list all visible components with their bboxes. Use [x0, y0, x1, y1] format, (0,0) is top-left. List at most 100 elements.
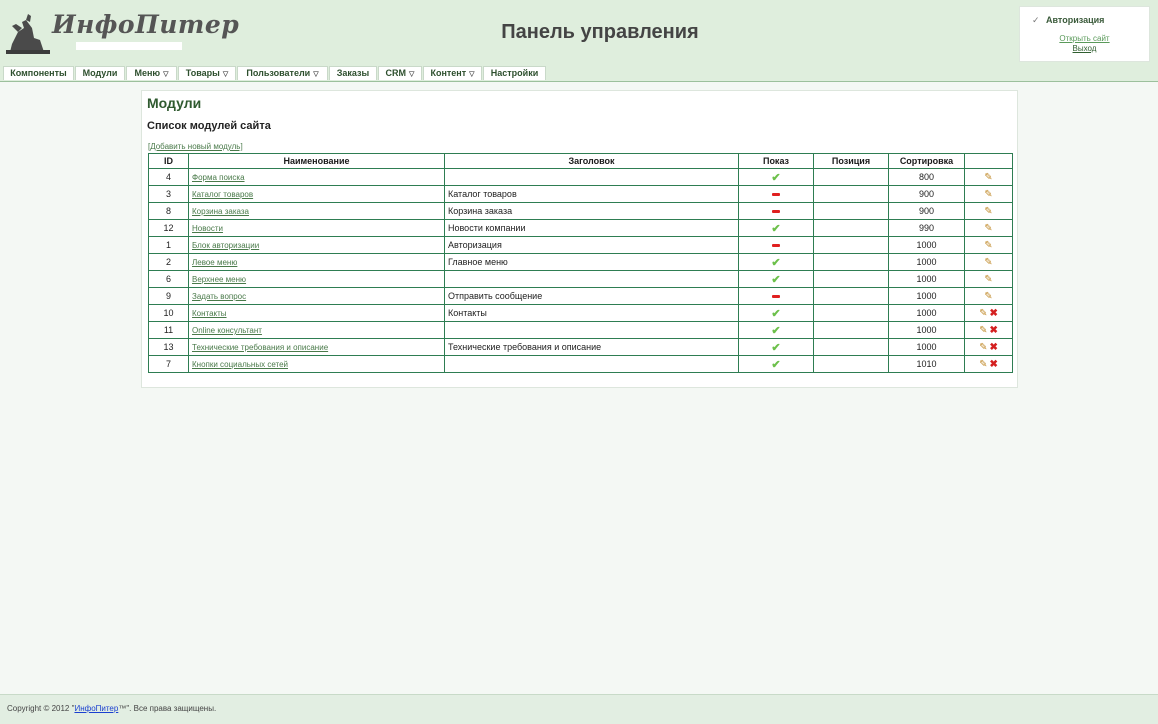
pencil-icon[interactable]: ✎ [984, 257, 992, 268]
cell-show[interactable] [738, 236, 814, 254]
cell-position [813, 338, 889, 356]
menu-item-components[interactable]: Компоненты [3, 66, 74, 80]
cell-name: Технические требования и описание [188, 338, 445, 356]
menu-item-settings[interactable]: Настройки [483, 66, 546, 80]
logout-link[interactable]: Выход [1020, 44, 1149, 53]
chevron-down-icon: ▽ [469, 71, 475, 78]
table-row: 13 Технические требования и описание Техни… [148, 338, 1013, 356]
cell-id: 2 [148, 253, 189, 271]
check-icon[interactable]: ✔ [771, 342, 780, 354]
minus-icon[interactable] [772, 193, 780, 197]
table-row: 3 Каталог товаров Каталог товаров 900 ✎ [148, 185, 1013, 203]
cell-id: 8 [148, 202, 189, 220]
cell-sort: 1000 [888, 338, 965, 356]
cell-actions: ✎ [964, 168, 1013, 186]
module-name-link[interactable]: Блок авторизации [192, 241, 259, 250]
header: ИнфоПитер Панель управления ✓ Авторизаци… [0, 0, 1158, 66]
cell-show[interactable]: ✔ [738, 321, 814, 339]
table-header-row: ID Наименование Заголовок Показ Позиция … [148, 153, 1013, 169]
open-site-link[interactable]: Открыть сайт [1020, 34, 1149, 43]
menu-item-users[interactable]: Пользователи ▽ [237, 66, 328, 80]
module-name-link[interactable]: Технические требования и описание [192, 343, 328, 352]
table-row: 4 Форма поиска ✔ 800 ✎ [148, 168, 1013, 186]
cell-id: 3 [148, 185, 189, 203]
pencil-icon[interactable]: ✎ [979, 308, 987, 319]
delete-x-icon[interactable]: ✖ [990, 342, 998, 353]
module-name-link[interactable]: Новости [192, 224, 223, 233]
module-name-link[interactable]: Контакты [192, 309, 227, 318]
check-icon[interactable]: ✔ [771, 325, 780, 337]
module-name-link[interactable]: Кнопки социальных сетей [192, 360, 288, 369]
module-name-link[interactable]: Задать вопрос [192, 292, 246, 301]
delete-x-icon[interactable]: ✖ [990, 359, 998, 370]
menu-item-content[interactable]: Контент ▽ [423, 66, 482, 80]
cell-sort: 1000 [888, 270, 965, 288]
check-icon[interactable]: ✔ [771, 274, 780, 286]
module-name-link[interactable]: Форма поиска [192, 173, 245, 182]
cell-name: Левое меню [188, 253, 445, 271]
footer-brand-link[interactable]: ИнфоПитер [74, 704, 118, 713]
table-row: 12 Новости Новости компании ✔ 990 ✎ [148, 219, 1013, 237]
column-header-title: Заголовок [444, 153, 739, 169]
cell-title [444, 168, 739, 186]
cell-position [813, 304, 889, 322]
cell-sort: 900 [888, 185, 965, 203]
cell-show[interactable]: ✔ [738, 338, 814, 356]
cell-position [813, 185, 889, 203]
cell-show[interactable]: ✔ [738, 219, 814, 237]
module-name-link[interactable]: Левое меню [192, 258, 237, 267]
add-module-link[interactable]: [Добавить новый модуль] [148, 142, 243, 151]
table-body: 4 Форма поиска ✔ 800 ✎ 3 Каталог товаров Катало… [148, 168, 1013, 373]
module-name-link[interactable]: Каталог товаров [192, 190, 253, 199]
cell-show[interactable] [738, 202, 814, 220]
module-name-link[interactable]: Online консультант [192, 326, 262, 335]
pencil-icon[interactable]: ✎ [984, 206, 992, 217]
cell-show[interactable]: ✔ [738, 253, 814, 271]
check-icon[interactable]: ✔ [771, 359, 780, 371]
column-header-name: Наименование [188, 153, 445, 169]
delete-x-icon[interactable]: ✖ [990, 308, 998, 319]
cell-show[interactable]: ✔ [738, 270, 814, 288]
check-icon[interactable]: ✔ [771, 308, 780, 320]
cell-actions: ✎ [964, 287, 1013, 305]
pencil-icon[interactable]: ✎ [984, 291, 992, 302]
cell-sort: 1000 [888, 253, 965, 271]
column-header-id: ID [148, 153, 189, 169]
menu-item-menu[interactable]: Меню ▽ [126, 66, 177, 80]
menu-item-products[interactable]: Товары ▽ [178, 66, 236, 80]
cell-actions: ✎ [964, 185, 1013, 203]
minus-icon[interactable] [772, 210, 780, 214]
cell-show[interactable] [738, 185, 814, 203]
module-name-link[interactable]: Верхнее меню [192, 275, 246, 284]
pencil-icon[interactable]: ✎ [984, 240, 992, 251]
cell-show[interactable] [738, 287, 814, 305]
menu-item-modules[interactable]: Модули [75, 66, 125, 80]
delete-x-icon[interactable]: ✖ [990, 325, 998, 336]
module-name-link[interactable]: Корзина заказа [192, 207, 249, 216]
pencil-icon[interactable]: ✎ [979, 359, 987, 370]
pencil-icon[interactable]: ✎ [979, 342, 987, 353]
pencil-icon[interactable]: ✎ [984, 223, 992, 234]
minus-icon[interactable] [772, 295, 780, 299]
pencil-icon[interactable]: ✎ [979, 325, 987, 336]
menu-item-crm[interactable]: CRM ▽ [378, 66, 422, 80]
check-icon[interactable]: ✔ [771, 223, 780, 235]
check-icon[interactable]: ✔ [771, 172, 780, 184]
cell-show[interactable]: ✔ [738, 304, 814, 322]
modules-table: ID Наименование Заголовок Показ Позиция … [148, 153, 1013, 373]
cell-actions: ✎ [964, 202, 1013, 220]
check-icon[interactable]: ✔ [771, 257, 780, 269]
cell-show[interactable]: ✔ [738, 355, 814, 373]
cell-position [813, 253, 889, 271]
minus-icon[interactable] [772, 244, 780, 248]
cell-sort: 1000 [888, 236, 965, 254]
cell-actions: ✎ [964, 253, 1013, 271]
menu-item-orders[interactable]: Заказы [329, 66, 377, 80]
cell-title: Контакты [444, 304, 739, 322]
pencil-icon[interactable]: ✎ [984, 172, 992, 183]
pencil-icon[interactable]: ✎ [984, 274, 992, 285]
cell-show[interactable]: ✔ [738, 168, 814, 186]
pencil-icon[interactable]: ✎ [984, 189, 992, 200]
content-panel: Модули Список модулей сайта [Добавить но… [141, 90, 1018, 388]
cell-title [444, 355, 739, 373]
